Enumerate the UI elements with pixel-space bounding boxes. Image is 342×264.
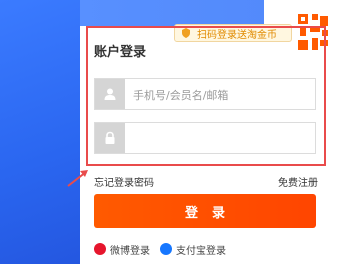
annotation-arrow-icon <box>67 170 88 187</box>
weibo-login-label: 微博登录 <box>110 245 150 257</box>
left-background <box>0 0 80 264</box>
forgot-password-link[interactable]: 忘记登录密码 <box>94 174 154 189</box>
highlight-box <box>86 26 326 166</box>
weibo-login[interactable]: 微博登录 <box>94 242 150 257</box>
login-button[interactable]: 登录 <box>94 194 316 228</box>
card-header-background <box>80 0 264 26</box>
alipay-login-label: 支付宝登录 <box>176 245 226 257</box>
alipay-icon <box>160 243 172 255</box>
register-link[interactable]: 免费注册 <box>278 174 318 189</box>
alipay-login[interactable]: 支付宝登录 <box>160 242 226 257</box>
weibo-icon <box>94 243 106 255</box>
